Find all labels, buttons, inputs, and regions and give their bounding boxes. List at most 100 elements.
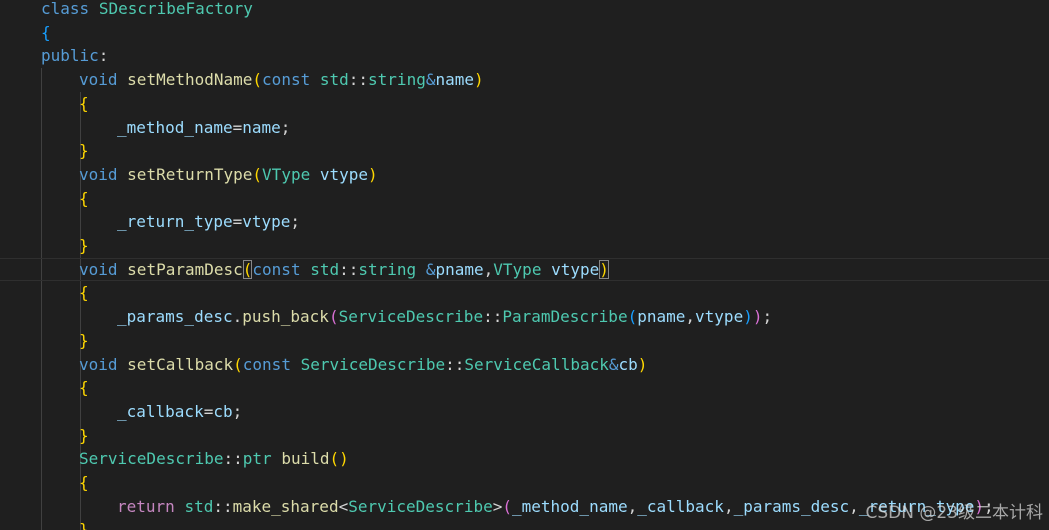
code-token: { — [79, 188, 89, 208]
code-token: cb — [618, 354, 638, 374]
code-line-text: _callback=cb; — [117, 400, 242, 424]
code-token: , — [483, 259, 494, 279]
code-token: , — [685, 307, 696, 327]
code-token: _method_name — [512, 496, 628, 516]
code-token: ( — [242, 259, 253, 279]
code-token: _callback — [117, 401, 204, 421]
code-token: const — [262, 70, 311, 90]
code-token: } — [79, 425, 89, 445]
code-token: return — [117, 496, 175, 516]
code-line-text: void setParamDesc(const std::string &pna… — [79, 258, 609, 282]
code-editor[interactable]: class SDescribeFactory{public: void setMe… — [0, 0, 1049, 530]
code-token: { — [79, 283, 89, 303]
code-line-text: { — [79, 376, 89, 400]
code-token: class — [41, 0, 90, 18]
code-line-text: { — [41, 21, 51, 45]
code-token: string — [358, 259, 417, 279]
code-token: { — [79, 378, 89, 398]
code-line-text: return std::make_shared<ServiceDescribe>… — [117, 495, 994, 519]
code-token: ) — [599, 259, 609, 279]
code-token: pname — [637, 307, 686, 327]
code-token: } — [79, 520, 89, 530]
code-line-text: void setCallback(const ServiceDescribe::… — [79, 353, 647, 377]
code-token: :: — [339, 259, 359, 279]
code-token: { — [41, 22, 51, 42]
code-token: setParamDesc — [127, 259, 243, 279]
code-token: ServiceDescribe — [300, 354, 446, 374]
code-token: _return_type — [117, 212, 233, 232]
code-token: :: — [223, 449, 243, 469]
code-token: std — [184, 496, 214, 516]
code-token: _method_name — [117, 117, 233, 137]
code-token: VType — [262, 164, 311, 184]
code-token: ; — [762, 307, 773, 327]
code-line-text: } — [79, 139, 89, 163]
code-token: < — [338, 496, 349, 516]
code-token: vtype — [242, 212, 291, 232]
code-token: ServiceDescribe — [338, 307, 484, 327]
code-token: = — [232, 212, 243, 232]
code-token: std — [310, 259, 340, 279]
code-token: . — [232, 307, 243, 327]
code-token: setReturnType — [127, 164, 253, 184]
code-token: ( — [502, 496, 512, 516]
code-token: setMethodName — [127, 70, 253, 90]
code-token: void — [79, 164, 118, 184]
code-line-text: _return_type=vtype; — [117, 210, 300, 234]
code-token: ServiceDescribe — [79, 449, 224, 469]
code-token: _params_desc — [733, 496, 850, 516]
code-token: ; — [290, 212, 301, 232]
code-token: () — [329, 449, 349, 469]
code-token: void — [79, 259, 118, 279]
code-token: } — [79, 330, 89, 350]
code-token: ) — [368, 164, 378, 184]
code-token: name — [242, 117, 281, 137]
code-line-text: { — [79, 187, 89, 211]
code-token: } — [79, 141, 89, 161]
code-token: } — [79, 236, 89, 255]
code-token: public — [41, 46, 99, 66]
code-token: _params_desc — [117, 307, 233, 327]
indent-guide — [41, 68, 42, 530]
code-token: vtype — [551, 259, 600, 279]
code-token: ; — [232, 401, 243, 421]
code-token: : — [98, 46, 109, 66]
code-token: const — [252, 259, 301, 279]
code-token: const — [242, 354, 291, 374]
code-line-text: ServiceDescribe::ptr build() — [79, 447, 349, 471]
code-token: _callback — [637, 496, 724, 516]
code-line-text: public: — [41, 44, 108, 68]
code-line-text: { — [79, 471, 89, 495]
code-line-text: _method_name=name; — [117, 116, 290, 140]
code-line-text: _params_desc.push_back(ServiceDescribe::… — [117, 305, 772, 329]
code-token: make_shared — [232, 496, 339, 516]
code-token: string — [368, 70, 426, 90]
code-token: , — [849, 496, 859, 516]
code-token: ) — [743, 307, 753, 327]
code-line-text: { — [79, 281, 89, 305]
code-token: SDescribeFactory — [98, 0, 253, 18]
code-token: ( — [328, 307, 339, 327]
code-token: cb — [213, 401, 233, 421]
code-token: ( — [627, 307, 638, 327]
code-token: { — [79, 93, 89, 113]
code-token: build — [281, 449, 330, 469]
code-token: pname — [435, 259, 484, 279]
code-token: vtype — [695, 307, 744, 327]
code-line-text: void setReturnType(VType vtype) — [79, 163, 378, 187]
code-token: ; — [280, 117, 291, 137]
code-token: void — [79, 354, 118, 374]
code-token: ServiceCallback — [464, 354, 609, 374]
code-line-text: } — [79, 234, 89, 258]
